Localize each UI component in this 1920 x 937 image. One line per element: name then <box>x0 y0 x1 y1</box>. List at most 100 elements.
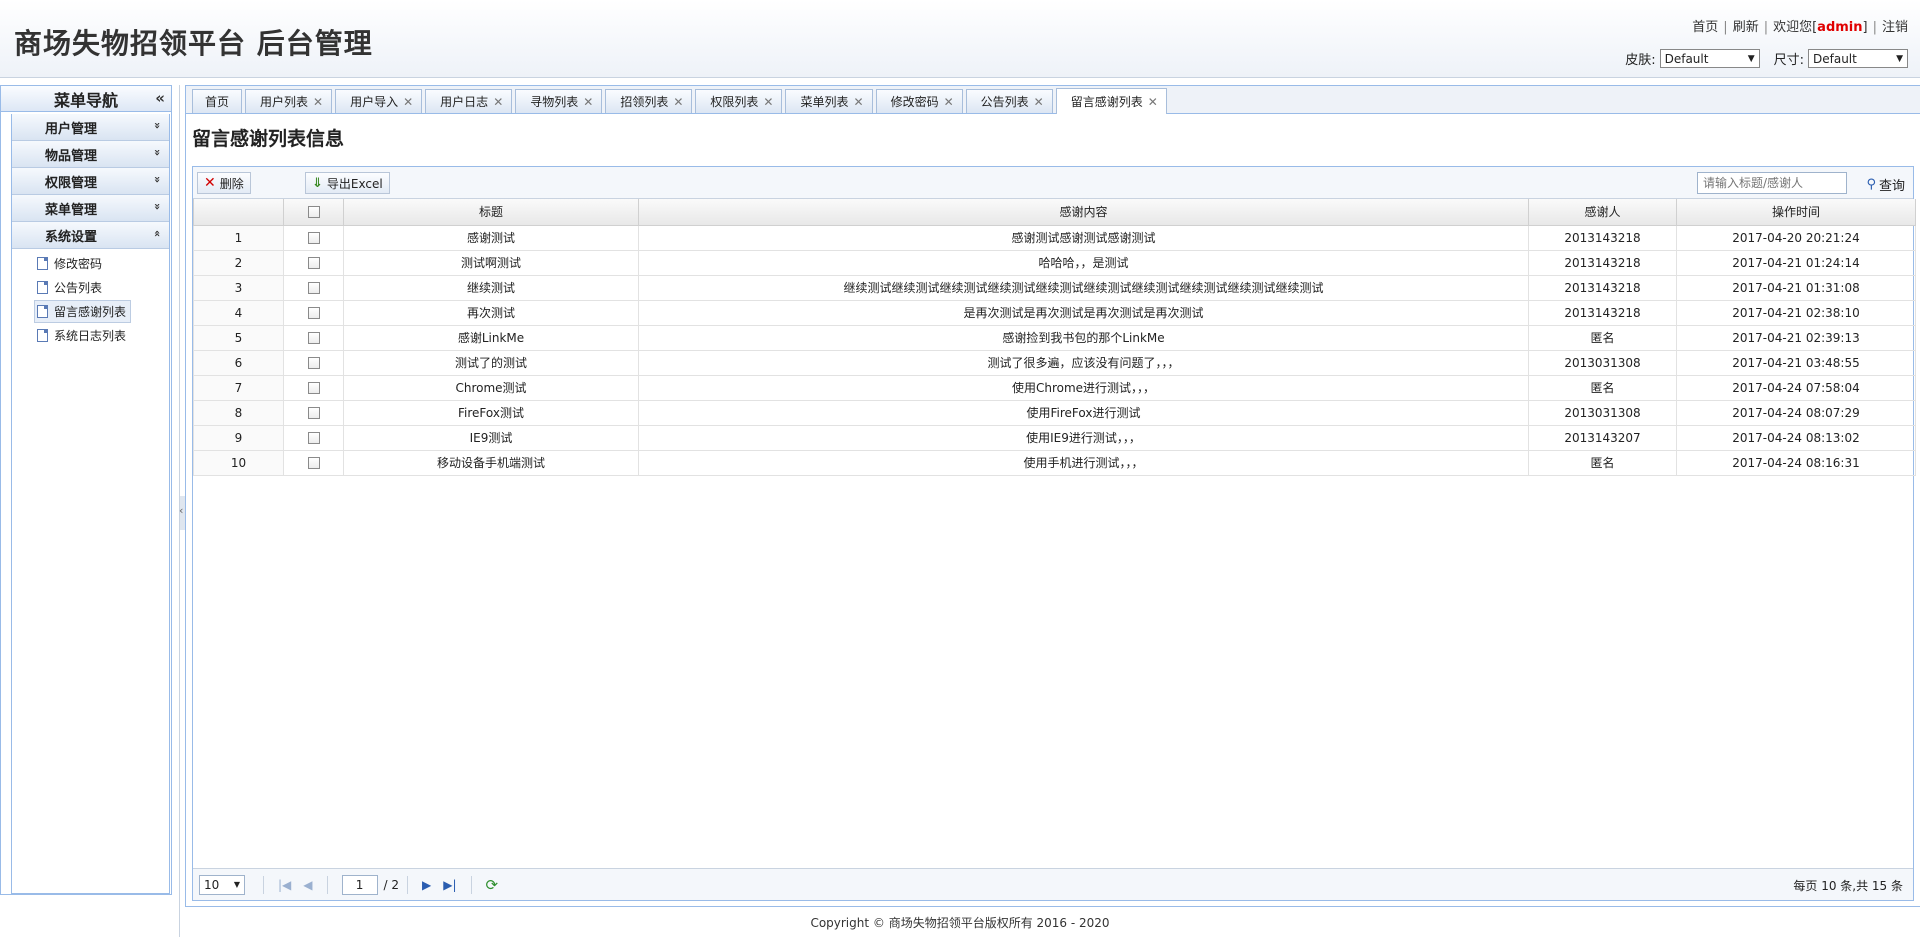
cell-title: FireFox测试 <box>343 399 639 426</box>
search-icon: ⚲ <box>1866 177 1876 192</box>
cell-person: 2013143218 <box>1528 224 1677 251</box>
row-select-checkbox[interactable] <box>307 357 320 369</box>
nav-group-user-management[interactable]: 用户管理» <box>12 114 169 141</box>
close-icon[interactable]: ✕ <box>313 95 323 109</box>
tab-thanks-list[interactable]: 留言感谢列表 ✕ <box>1055 88 1167 114</box>
column-header-time[interactable]: 操作时间 <box>1676 199 1916 226</box>
welcome-text: 欢迎您[ <box>1773 20 1818 35</box>
table-row[interactable]: 2 测试啊测试 哈哈哈，，是测试 2013143218 2017-04-21 01:24… <box>193 249 1916 276</box>
select-all-checkbox[interactable] <box>307 206 320 219</box>
column-header-person[interactable]: 感谢人 <box>1528 199 1677 226</box>
close-icon[interactable]: ✕ <box>854 95 864 109</box>
column-header-title[interactable]: 标题 <box>343 199 639 226</box>
refresh-icon[interactable]: ⟳ <box>486 876 499 894</box>
close-icon[interactable]: ✕ <box>493 95 503 109</box>
cell-time: 2017-04-21 03:48:55 <box>1676 349 1916 376</box>
nav-group-menu-management[interactable]: 菜单管理» <box>12 195 169 222</box>
tab-found-list[interactable]: 招领列表 ✕ <box>605 89 693 113</box>
sidebar-item-change-password[interactable]: 修改密码 <box>32 251 169 275</box>
tab-user-import[interactable]: 用户导入 ✕ <box>335 89 423 113</box>
last-page-icon[interactable]: ▶| <box>443 878 456 892</box>
page-size-select[interactable]: 10 ▼ <box>199 874 245 895</box>
document-icon <box>37 304 48 318</box>
close-icon[interactable]: ✕ <box>944 95 954 109</box>
export-excel-button[interactable]: ⇓ 导出Excel <box>305 172 390 194</box>
page-number-input[interactable]: 1 <box>341 874 378 895</box>
cell-time: 2017-04-21 02:38:10 <box>1676 299 1916 326</box>
dropdown-arrow-icon: ▼ <box>1896 53 1903 64</box>
cell-title: 继续测试 <box>343 274 639 301</box>
close-icon[interactable]: ✕ <box>763 95 773 109</box>
row-select-checkbox[interactable] <box>307 257 320 269</box>
home-link[interactable]: 首页 <box>1692 20 1718 35</box>
close-icon[interactable]: ✕ <box>403 95 413 109</box>
nav-group-permission-management[interactable]: 权限管理» <box>12 168 169 195</box>
nav-group-item-management[interactable]: 物品管理» <box>12 141 169 168</box>
tab-lost-list[interactable]: 寻物列表 ✕ <box>515 89 603 113</box>
table-row[interactable]: 1 感谢测试 感谢测试感谢测试感谢测试 2013143218 2017-04-20 20… <box>193 224 1916 251</box>
table-row[interactable]: 8 FireFox测试 使用FireFox进行测试 2013031308 2017-04… <box>193 399 1916 426</box>
delete-button[interactable]: ✕ 删除 <box>197 172 251 194</box>
prev-page-icon[interactable]: ◀ <box>303 878 312 892</box>
row-checkbox <box>283 374 344 401</box>
sidebar-item-thanks-list[interactable]: 留言感谢列表 <box>32 299 169 323</box>
cell-person: 2013143207 <box>1528 424 1677 451</box>
document-icon <box>37 256 48 270</box>
table-row[interactable]: 6 测试了的测试 测试了很多遍，应该没有问题了，，， 2013031308 2017-0… <box>193 349 1916 376</box>
search-input[interactable] <box>1697 172 1847 194</box>
tab-menu-list[interactable]: 菜单列表 ✕ <box>785 89 873 113</box>
row-checkbox <box>283 424 344 451</box>
table-row[interactable]: 9 IE9测试 使用IE9进行测试，，， 2013143207 2017-04-24 0… <box>193 424 1916 451</box>
collapse-sidebar-icon[interactable]: « <box>155 89 165 107</box>
tab-user-list[interactable]: 用户列表 ✕ <box>245 89 333 113</box>
thanks-table: 标题 感谢内容 感谢人 操作时间 1 感谢测试 感谢测试感谢测试感谢测试 201314… <box>193 199 1916 476</box>
row-select-checkbox[interactable] <box>307 332 320 344</box>
table-row[interactable]: 10 移动设备手机端测试 使用手机进行测试，，， 匿名 2017-04-24 08:16… <box>193 449 1916 476</box>
total-pages: / 2 <box>383 877 400 892</box>
close-icon[interactable]: ✕ <box>1148 95 1158 109</box>
size-select[interactable]: Default ▼ <box>1808 49 1908 68</box>
table-row[interactable]: 5 感谢LinkMe 感谢捡到我书包的那个LinkMe 匿名 2017-04-21 02… <box>193 324 1916 351</box>
document-icon <box>37 280 48 294</box>
close-icon[interactable]: ✕ <box>1034 95 1044 109</box>
nav-group-system-settings[interactable]: 系统设置 « <box>12 222 169 249</box>
cell-title: 感谢测试 <box>343 224 639 251</box>
tab-home[interactable]: 首页 <box>192 89 243 113</box>
cell-person: 2013143218 <box>1528 249 1677 276</box>
close-icon[interactable]: ✕ <box>673 95 683 109</box>
row-select-checkbox[interactable] <box>307 432 320 444</box>
next-page-icon[interactable]: ▶ <box>422 878 431 892</box>
row-select-checkbox[interactable] <box>307 407 320 419</box>
row-select-checkbox[interactable] <box>307 282 320 294</box>
cell-title: 移动设备手机端测试 <box>343 449 639 476</box>
tab-permission-list[interactable]: 权限列表 ✕ <box>695 89 783 113</box>
tab-notice-list[interactable]: 公告列表 ✕ <box>965 89 1053 113</box>
top-links: 首页 | 刷新 | 欢迎您[admin] | 注销 <box>1692 20 1908 35</box>
refresh-link[interactable]: 刷新 <box>1733 20 1759 35</box>
row-select-checkbox[interactable] <box>307 382 320 394</box>
skin-select[interactable]: Default ▼ <box>1659 49 1760 68</box>
expand-icon: » <box>150 121 164 130</box>
sidebar-item-system-log-list[interactable]: 系统日志列表 <box>32 323 169 347</box>
cell-content: 测试了很多遍，应该没有问题了，，， <box>638 349 1529 376</box>
row-select-checkbox[interactable] <box>307 457 320 469</box>
table-header: 标题 感谢内容 感谢人 操作时间 <box>193 199 1916 226</box>
nav-menu: 用户管理» 物品管理» 权限管理» 菜单管理» 系统设置 « 修改密码 公告列表 … <box>11 114 170 894</box>
cell-title: 再次测试 <box>343 299 639 326</box>
row-select-checkbox[interactable] <box>307 307 320 319</box>
sidebar-item-notice-list[interactable]: 公告列表 <box>32 275 169 299</box>
close-icon[interactable]: ✕ <box>583 95 593 109</box>
pagination-info: 每页 10 条,共 15 条 <box>1793 879 1903 893</box>
table-row[interactable]: 7 Chrome测试 使用Chrome进行测试，，， 匿名 2017-04-24 07:… <box>193 374 1916 401</box>
column-header-content[interactable]: 感谢内容 <box>638 199 1529 226</box>
cell-time: 2017-04-24 08:16:31 <box>1676 449 1916 476</box>
cell-time: 2017-04-24 08:07:29 <box>1676 399 1916 426</box>
table-row[interactable]: 3 继续测试 继续测试继续测试继续测试继续测试继续测试继续测试继续测试继续测试继续测… <box>193 274 1916 301</box>
first-page-icon[interactable]: |◀ <box>278 878 291 892</box>
tab-change-password[interactable]: 修改密码 ✕ <box>875 89 963 113</box>
table-row[interactable]: 4 再次测试 是再次测试是再次测试是再次测试是再次测试 2013143218 2017-… <box>193 299 1916 326</box>
logout-link[interactable]: 注销 <box>1882 20 1908 35</box>
search-button[interactable]: ⚲ 查询 <box>1866 175 1905 194</box>
tab-user-log[interactable]: 用户日志 ✕ <box>425 89 513 113</box>
row-select-checkbox[interactable] <box>307 232 320 244</box>
